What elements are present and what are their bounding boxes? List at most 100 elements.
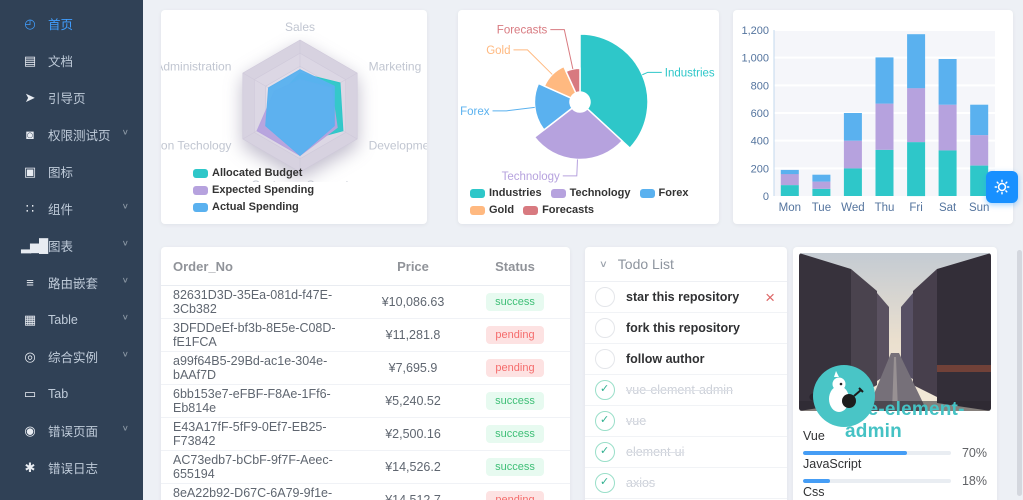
sidebar-item-components[interactable]: ∷ 组件 ∨: [0, 190, 143, 227]
panda-logo-icon: [829, 371, 864, 412]
sidebar-item-label: 文档: [48, 55, 74, 69]
sidebar-item-guide[interactable]: ➤ 引导页: [0, 79, 143, 116]
legend-swatch: [193, 169, 208, 178]
progress-track: [803, 479, 951, 483]
legend-label: Expected Spending: [212, 184, 315, 196]
svg-text:1,200: 1,200: [741, 25, 769, 37]
page-scrollbar[interactable]: [1017, 250, 1022, 496]
progress-fill: [803, 451, 907, 455]
svg-text:Tue: Tue: [812, 202, 831, 214]
svg-text:Marketing: Marketing: [369, 59, 422, 73]
checkbox-icon[interactable]: [595, 411, 615, 431]
order-no-cell: 6bb153e7-eFBF-F8Ae-1Ff6-Eb814e: [173, 387, 331, 415]
legend-item[interactable]: Gold: [470, 202, 514, 219]
svg-text:Industries: Industries: [665, 67, 715, 79]
status-badge: success: [486, 293, 544, 311]
sidebar-item-icons[interactable]: ▣ 图标: [0, 153, 143, 190]
bar-chart-card: 0 200 400 600 800 1,000 1,200 Mon Tue Wed Thu Fri Sa…: [733, 10, 1013, 224]
chevron-down-icon: ∨: [121, 275, 129, 285]
close-icon[interactable]: [765, 289, 775, 306]
status-badge: success: [486, 425, 544, 443]
chevron-down-icon[interactable]: ∨: [599, 258, 608, 269]
svg-text:Administration: Administration: [161, 59, 231, 73]
sidebar-item-error-log[interactable]: ✱ 错误日志: [0, 449, 143, 486]
legend-item[interactable]: Industries: [470, 185, 542, 202]
svg-text:Information Techology: Information Techology: [161, 139, 231, 153]
todo-item-label: element-ui: [626, 445, 685, 459]
sidebar-item-tab[interactable]: ▭ Tab: [0, 375, 143, 412]
todo-item: follow author: [585, 344, 787, 375]
legend-label: Forex: [658, 187, 689, 199]
checkbox-icon[interactable]: [595, 380, 615, 400]
svg-text:1,000: 1,000: [741, 53, 769, 65]
new-todo-input[interactable]: [615, 255, 740, 273]
legend-item[interactable]: Forecasts: [523, 202, 594, 219]
legend-label: Gold: [489, 204, 515, 216]
todo-item: vue: [585, 406, 787, 437]
nested-icon: ≡: [26, 275, 34, 290]
gear-icon: [994, 179, 1010, 195]
svg-text:Sat: Sat: [939, 202, 957, 214]
checkbox-icon[interactable]: [595, 349, 615, 369]
sidebar-item-nested-routes[interactable]: ≡ 路由嵌套 ∨: [0, 264, 143, 301]
documentation-icon: ▤: [23, 52, 36, 68]
radar-chart: Sales Administration Information Techology…: [161, 20, 427, 192]
legend-swatch: [639, 189, 655, 198]
price-cell: ¥14,526.2: [385, 460, 441, 474]
radar-chart-card: Sales Administration Information Techology…: [161, 10, 427, 224]
sidebar-item-documentation[interactable]: ▤ 文档: [0, 42, 143, 79]
svg-text:400: 400: [751, 136, 769, 148]
legend-item[interactable]: Expected Spending: [193, 182, 314, 199]
legend-swatch: [470, 206, 485, 215]
svg-text:Forex: Forex: [460, 106, 490, 118]
legend-item[interactable]: Allocated Budget: [193, 165, 302, 182]
todo-item: vue-element-admin: [585, 375, 787, 406]
sidebar-item-dashboard[interactable]: ◴ 首页: [0, 5, 143, 42]
skills-list: Vue 70% JavaScript 18% Css: [803, 429, 987, 500]
table-row: AC73edb7-bCbF-9f7F-Aeec-655194 ¥14,526.2…: [161, 451, 570, 484]
settings-button[interactable]: [986, 171, 1018, 203]
sidebar: ◴ 首页 ▤ 文档 ➤ 引导页 ◙ 权限测试页 ∨ ▣ 图标 ∷ 组件 ∨ ▂▅…: [0, 0, 143, 500]
dashboard-icon: ◴: [24, 15, 35, 31]
todo-item-label: star this repository: [626, 290, 740, 304]
sidebar-item-charts[interactable]: ▂▅█ 图表 ∨: [0, 227, 143, 264]
skill-percent: 70%: [961, 446, 987, 460]
svg-text:Sales: Sales: [285, 20, 315, 34]
error-page-icon: ◉: [24, 422, 35, 438]
chevron-down-icon: ∨: [121, 312, 129, 322]
guide-icon: ➤: [24, 89, 36, 105]
todo-item-label: axios: [626, 476, 656, 490]
legend-item[interactable]: Technology: [550, 185, 631, 202]
svg-text:Gold: Gold: [486, 45, 510, 57]
sidebar-item-example[interactable]: ◎ 综合实例 ∨: [0, 338, 143, 375]
sidebar-item-label: Table: [48, 312, 78, 327]
table-row: 3DFDDeEf-bf3b-8E5e-C08D-fE1FCA ¥11,281.8…: [161, 319, 570, 352]
sidebar-item-label: 路由嵌套: [48, 277, 99, 291]
checkbox-icon[interactable]: [595, 442, 615, 462]
todo-item: axios: [585, 468, 787, 499]
sidebar-item-label: 组件: [48, 203, 74, 217]
column-header-status: Status: [495, 258, 535, 274]
order-no-cell: 8eA22b92-D67C-6A79-9f1e-F2Ab30: [173, 486, 333, 500]
todo-item: element-ui: [585, 437, 787, 468]
legend-item[interactable]: Actual Spending: [193, 199, 299, 216]
chevron-down-icon: ∨: [121, 127, 129, 137]
sidebar-item-permission[interactable]: ◙ 权限测试页 ∨: [0, 116, 143, 153]
price-cell: ¥2,500.16: [385, 427, 441, 441]
checkbox-icon[interactable]: [595, 473, 615, 493]
checkbox-icon[interactable]: [595, 318, 615, 338]
chart-icon: ▂▅█: [21, 237, 48, 253]
pie-legend: Industries Technology Forex Gold Forecas…: [470, 185, 719, 219]
pie-chart-card: Industries Technology Forex Gold Forecasts I…: [458, 10, 719, 224]
sidebar-item-label: 综合实例: [48, 351, 99, 365]
checkbox-icon[interactable]: [595, 287, 615, 307]
legend-swatch: [193, 203, 208, 212]
legend-label: Technology: [569, 187, 631, 199]
todo-item: star this repository: [585, 282, 787, 313]
table-row: a99f64B5-29Bd-ac1e-304e-bAAf7D ¥7,695.9 …: [161, 352, 570, 385]
sidebar-item-label: 图标: [48, 166, 74, 180]
price-cell: ¥5,240.52: [385, 394, 441, 408]
sidebar-item-table[interactable]: ▦ Table ∨: [0, 301, 143, 338]
legend-item[interactable]: Forex: [639, 185, 689, 202]
sidebar-item-error-pages[interactable]: ◉ 错误页面 ∨: [0, 412, 143, 449]
